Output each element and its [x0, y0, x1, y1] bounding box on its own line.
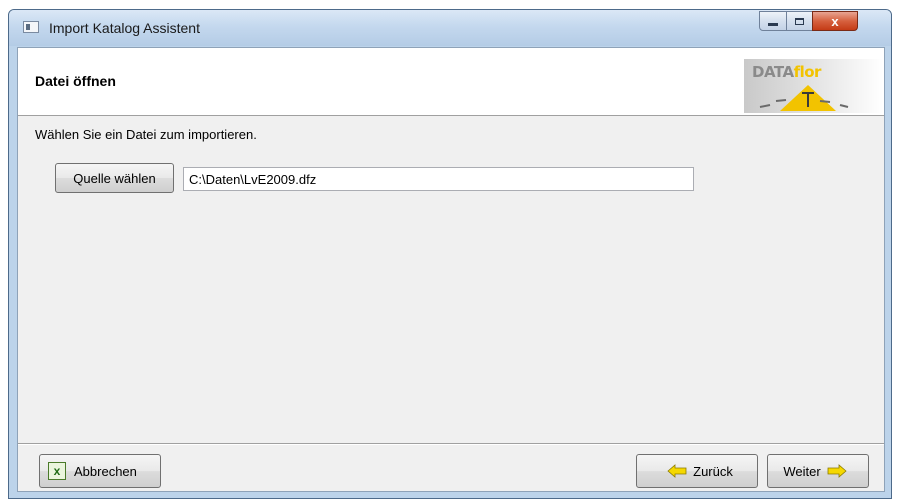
select-source-button[interactable]: Quelle wählen: [55, 163, 174, 193]
logo-text: DATAflor: [752, 63, 821, 81]
close-icon: x: [831, 13, 839, 29]
back-button-label: Zurück: [693, 463, 733, 479]
logo-graphic-icon: [759, 85, 849, 111]
arrow-left-icon: [667, 464, 687, 478]
next-button-label: Weiter: [783, 463, 821, 479]
file-path-input[interactable]: [183, 167, 694, 191]
maximize-icon: [795, 17, 804, 25]
maximize-button[interactable]: [786, 11, 813, 31]
arrow-right-icon: [827, 464, 847, 478]
page-title: Datei öffnen: [35, 73, 116, 89]
cancel-button[interactable]: x Abbrechen: [39, 454, 161, 488]
import-wizard-window: Import Katalog Assistent x Datei öffnen …: [8, 9, 892, 499]
instruction-text: Wählen Sie ein Datei zum importieren.: [35, 127, 257, 142]
footer-divider: [18, 443, 884, 445]
back-button[interactable]: Zurück: [636, 454, 758, 488]
cancel-button-label: Abbrechen: [74, 463, 137, 479]
next-button[interactable]: Weiter: [767, 454, 869, 488]
wizard-client-area: Datei öffnen DATAflor Wählen Sie ein Dat…: [17, 47, 885, 492]
dataflor-logo: DATAflor: [744, 59, 883, 113]
minimize-icon: [768, 23, 778, 26]
excel-cancel-icon: x: [48, 462, 66, 480]
app-window-icon: [23, 21, 39, 33]
wizard-header: Datei öffnen DATAflor: [18, 48, 884, 116]
close-button[interactable]: x: [812, 11, 858, 31]
window-title: Import Katalog Assistent: [49, 20, 200, 36]
minimize-button[interactable]: [759, 11, 787, 31]
title-bar[interactable]: Import Katalog Assistent x: [9, 10, 891, 46]
